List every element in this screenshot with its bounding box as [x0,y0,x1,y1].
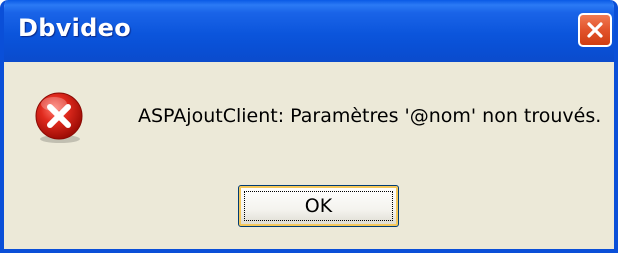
ok-button-label: OK [304,195,333,217]
window-title: Dbvideo [18,14,132,42]
ok-button[interactable]: OK [238,185,399,227]
error-message: ASPAjoutClient: Paramètres '@nom' non tr… [138,105,602,127]
title-bar[interactable]: Dbvideo [4,0,614,62]
close-button[interactable] [578,13,612,47]
error-icon [35,92,83,143]
error-dialog: Dbvideo ASPAjoutClient: Paramètres '@nom… [0,0,618,253]
close-x-icon [587,22,603,38]
